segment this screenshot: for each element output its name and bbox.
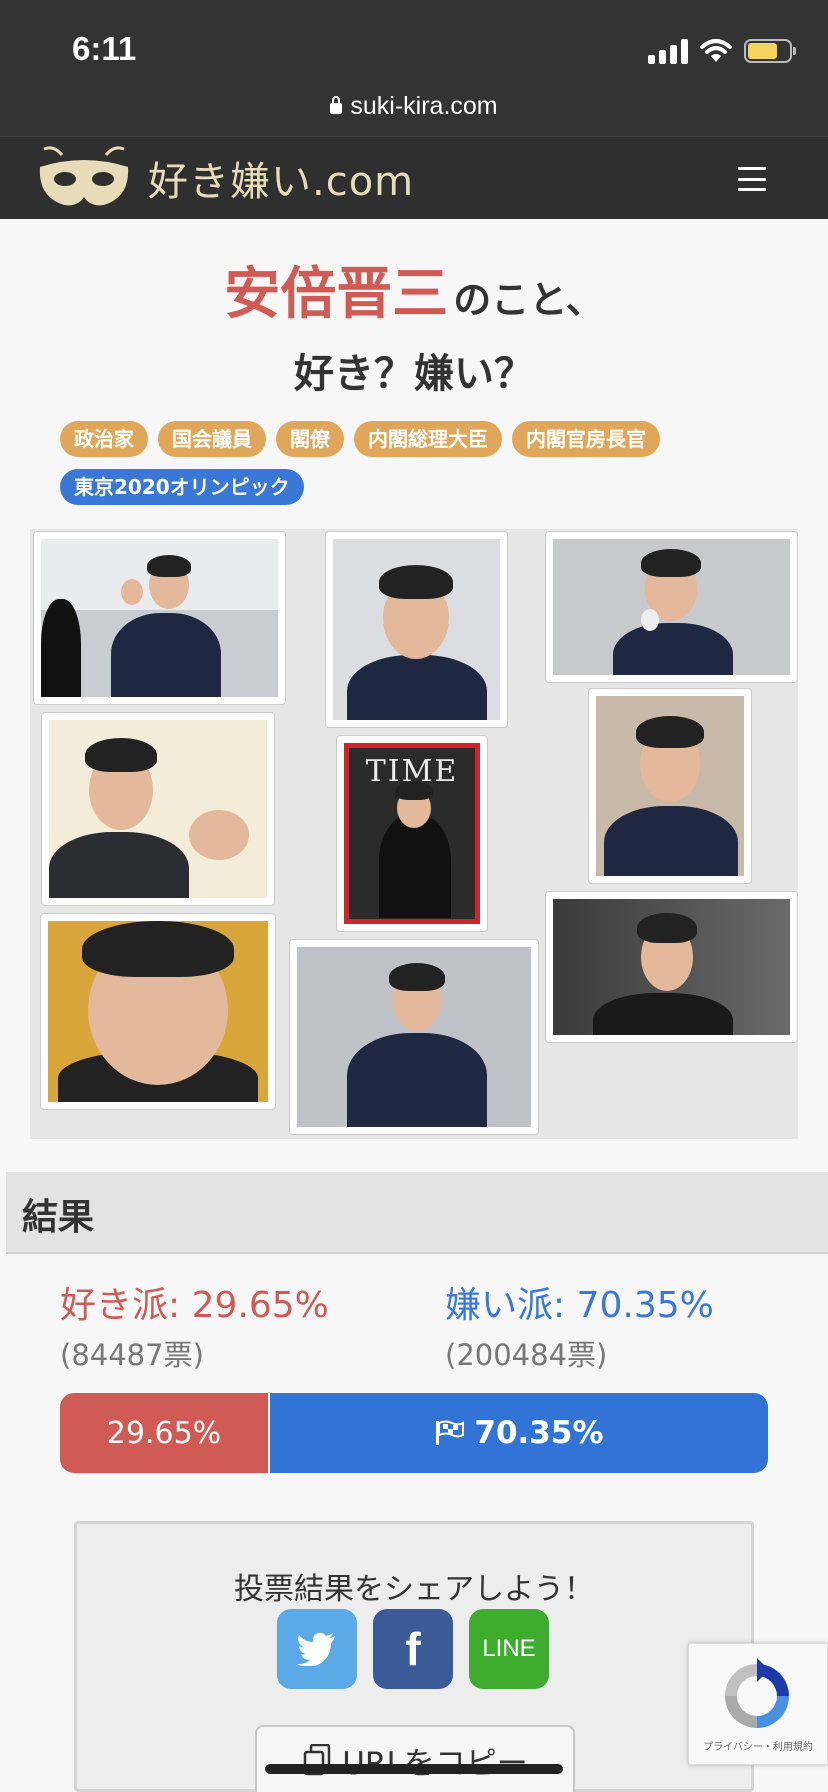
like-bar-segment: 29.65% <box>60 1393 270 1473</box>
status-bar: 6:11 suki-kira.com <box>0 0 828 136</box>
result-section-header: 結果 <box>6 1172 828 1254</box>
tag-special[interactable]: 東京2020オリンピック <box>60 469 304 505</box>
tag[interactable]: 内閣官房長官 <box>512 421 660 457</box>
site-header: 好き嫌い.com <box>0 136 828 219</box>
line-label: LINE <box>482 1635 536 1662</box>
copy-url-button[interactable]: URLをコピー <box>255 1725 575 1792</box>
site-logo[interactable]: 好き嫌い.com <box>34 143 414 213</box>
photo-thumbnail[interactable] <box>545 891 798 1043</box>
recaptcha-links[interactable]: プライバシー・利用規約 <box>689 1738 827 1753</box>
facebook-share-button[interactable]: f <box>373 1609 453 1689</box>
photo-thumbnail[interactable] <box>588 688 752 884</box>
result-ratio-bar: 29.65% 70.35% <box>60 1393 768 1473</box>
address-bar[interactable]: suki-kira.com <box>0 92 828 121</box>
person-name: 安倍晋三 <box>224 262 449 327</box>
lock-icon <box>330 96 343 114</box>
question-title: 好き？嫌い？ <box>294 351 534 397</box>
twitter-share-button[interactable] <box>277 1609 357 1689</box>
result-heading: 結果 <box>22 1197 95 1238</box>
photo-thumbnail[interactable] <box>41 712 275 906</box>
checkered-flag-icon <box>436 1420 465 1445</box>
photo-thumbnail[interactable] <box>33 531 286 705</box>
photo-thumbnail[interactable] <box>325 531 508 728</box>
dislike-vote-count: (200484票) <box>445 1338 608 1372</box>
line-share-button[interactable]: LINE <box>469 1609 549 1689</box>
hamburger-menu-icon[interactable] <box>738 167 766 191</box>
title-suffix: のこと、 <box>453 278 604 322</box>
cellular-signal-icon <box>648 38 688 64</box>
home-indicator <box>265 1764 563 1774</box>
share-box: 投票結果をシェアしよう！ f LINE URLをコピー <box>74 1521 754 1792</box>
like-percentage: 好き派: 29.65% <box>60 1285 329 1326</box>
dislike-bar-segment: 70.35% <box>269 1393 768 1473</box>
copy-url-label: URLをコピー <box>342 1738 528 1783</box>
tag[interactable]: 内閣総理大臣 <box>354 421 502 457</box>
photo-gallery: TIME <box>30 529 798 1139</box>
share-heading: 投票結果をシェアしよう！ <box>234 1572 594 1607</box>
photo-thumbnail[interactable] <box>545 531 798 683</box>
like-bar-label: 29.65% <box>106 1415 222 1451</box>
status-icons <box>648 36 796 66</box>
photo-thumbnail[interactable] <box>40 913 276 1110</box>
logo-text: 好き嫌い.com <box>148 159 415 205</box>
recaptcha-icon <box>725 1658 789 1728</box>
share-buttons: f LINE <box>277 1609 549 1689</box>
photo-thumbnail[interactable] <box>289 939 539 1135</box>
page-title: 安倍晋三 のこと、 <box>0 249 828 330</box>
status-time: 6:11 <box>72 30 137 67</box>
twitter-icon <box>297 1632 335 1666</box>
photo-thumbnail[interactable]: TIME <box>336 735 488 932</box>
tag[interactable]: 閣僚 <box>276 421 344 457</box>
tag[interactable]: 政治家 <box>60 421 148 457</box>
dislike-bar-label: 70.35% <box>474 1415 604 1451</box>
tag-list: 政治家 国会議員 閣僚 内閣総理大臣 内閣官房長官 東京2020オリンピック <box>60 421 780 505</box>
recaptcha-badge[interactable]: プライバシー・利用規約 <box>688 1643 828 1765</box>
battery-icon <box>744 39 796 63</box>
wifi-icon <box>700 39 732 62</box>
like-vote-count: (84487票) <box>60 1338 204 1372</box>
mask-logo-icon <box>39 146 129 206</box>
magazine-cover: TIME <box>344 743 480 924</box>
dislike-percentage: 嫌い派: 70.35% <box>445 1285 714 1326</box>
tag[interactable]: 国会議員 <box>158 421 266 457</box>
url-text: suki-kira.com <box>350 92 498 120</box>
facebook-icon: f <box>405 1623 421 1675</box>
